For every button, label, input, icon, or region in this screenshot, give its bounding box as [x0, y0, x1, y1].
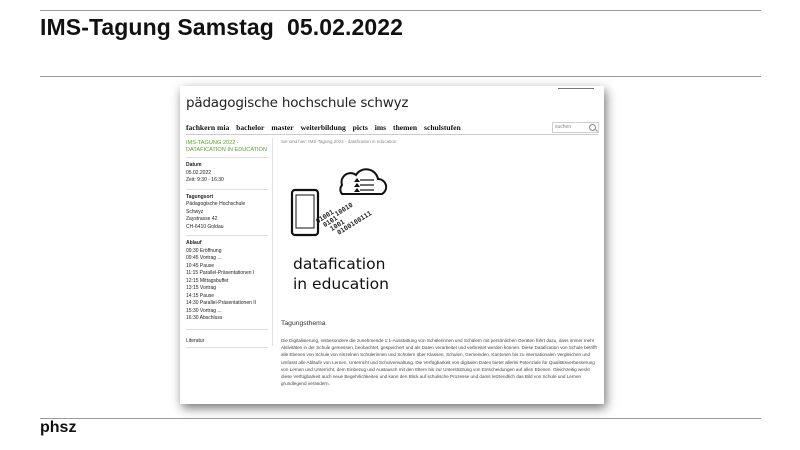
nav-item-bachelor[interactable]: bachelor — [236, 123, 264, 132]
search-icon[interactable] — [589, 124, 596, 131]
literatur-link[interactable]: Literatur — [186, 338, 268, 346]
nav-divider — [186, 134, 598, 135]
footer-logo-text: phsz — [40, 419, 77, 436]
datum-time: Zeit: 9:30 - 16:30 — [186, 177, 224, 183]
ablauf-item: 09:45 Vortrag ... — [186, 255, 222, 261]
ablauf-item: 16:30 Abschluss — [186, 315, 223, 321]
top-rule — [40, 10, 761, 11]
tablet-screen — [295, 194, 315, 229]
breadcrumb[interactable]: Sie sind hier: IMS-Tagung 2022 - datafic… — [281, 139, 396, 144]
ablauf-item: 12:15 Mittagsbuffet — [186, 277, 229, 284]
slide-title: IMS-Tagung Samstag 05.02.2022 — [40, 14, 403, 41]
nav-item-schulstufen[interactable]: schulstufen — [424, 123, 461, 132]
hero-title: datafication in education — [293, 254, 389, 294]
ablauf-item: 09:30 Eröffnung — [186, 247, 222, 254]
slide-title-text: IMS-Tagung Samstag — [40, 14, 274, 40]
binary-text: 10010 — [334, 201, 355, 218]
column-divider — [272, 138, 273, 346]
hero-line: datafication — [293, 255, 386, 273]
cloud-list-icon — [360, 179, 374, 191]
ablauf-item: 14:30 Parallel-Präsentationen II — [186, 300, 257, 306]
nav-item-master[interactable]: master — [271, 123, 293, 132]
sidebar: IMS-TAGUNG 2022 - DATAFICATION IN EDUCAT… — [186, 140, 268, 352]
main-nav: fachkern mia bachelor master weiterbildu… — [186, 123, 466, 132]
sidebar-divider — [186, 328, 268, 330]
website-screenshot: pädagogische hochschule schwyz fachkern … — [180, 86, 604, 404]
site-title[interactable]: pädagogische hochschule schwyz — [186, 95, 408, 111]
theme-body: Die Digitalisierung, insbesondere die zu… — [281, 338, 597, 387]
ablauf-item: 15:30 Vortrag ... — [186, 307, 222, 314]
footer-rule — [40, 418, 761, 419]
nav-item-weiterbildung[interactable]: weiterbildung — [301, 123, 346, 132]
datum-date: 05.02.2022 — [186, 169, 212, 176]
sidebar-heading[interactable]: IMS-TAGUNG 2022 - DATAFICATION IN EDUCAT… — [186, 140, 268, 153]
title-underline — [40, 76, 761, 77]
ort-line: CH-6410 Goldau — [186, 223, 224, 230]
ablauf-item: 14:15 Pause — [186, 292, 215, 299]
sidebar-divider — [186, 157, 268, 158]
ablauf-item: 10:45 Pause — [186, 262, 215, 269]
nav-item-themen[interactable]: themen — [393, 123, 417, 132]
nav-item-ims[interactable]: ims — [375, 123, 386, 132]
sidebar-divider — [186, 347, 268, 348]
hero-line: in education — [293, 275, 389, 293]
sidebar-divider — [186, 188, 268, 190]
slide-title-date: 05.02.2022 — [286, 14, 404, 40]
cloud-marker-icon — [354, 178, 360, 192]
ort-line: Schwyz — [186, 208, 204, 215]
ablauf-item: 11:15 Parallel-Präsentationen I — [186, 270, 255, 276]
datafication-illustration: 01001 0101 1001 10010 0100100111 — [290, 168, 388, 237]
nav-item-picts[interactable]: picts — [353, 123, 368, 132]
search-placeholder: suchen — [555, 124, 572, 130]
search-input[interactable]: suchen — [552, 122, 599, 133]
header-mark — [558, 88, 594, 89]
theme-title: Tagungsthema — [281, 320, 326, 327]
sidebar-divider — [186, 235, 268, 236]
ablauf-label: Ablauf — [186, 240, 202, 246]
ort-line: Pädagogische Hochschule — [186, 201, 246, 207]
nav-item-fachkern-mia[interactable]: fachkern mia — [186, 123, 229, 132]
ort-line: Zaystrasse 42 — [186, 216, 218, 222]
datum-label: Datum — [186, 162, 202, 168]
ablauf-item: 13:15 Vortrag — [186, 285, 217, 291]
ort-label: Tagungsort — [186, 193, 214, 200]
